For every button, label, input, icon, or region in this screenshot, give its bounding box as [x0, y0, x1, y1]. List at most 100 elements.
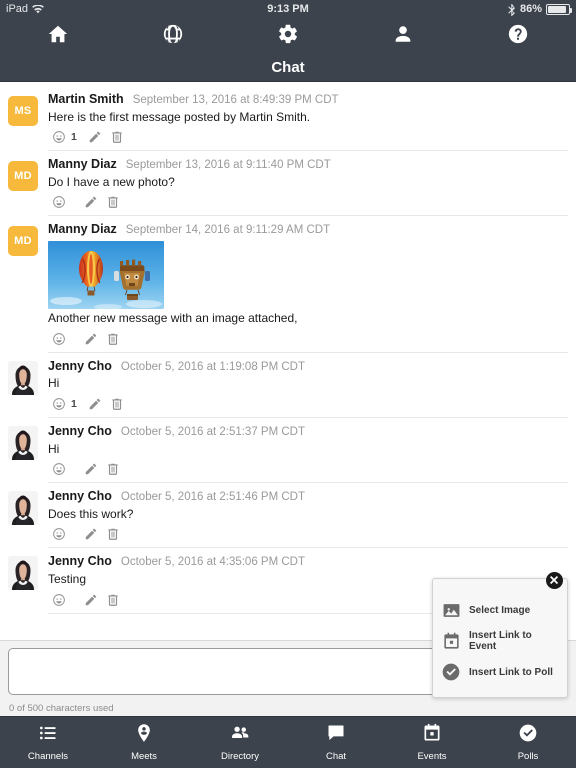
avatar[interactable] — [8, 491, 38, 526]
user-photo — [8, 556, 38, 591]
home-icon — [47, 23, 69, 50]
tab-events[interactable]: Events — [384, 717, 480, 768]
pencil-icon[interactable] — [80, 591, 102, 609]
tab-directory[interactable]: Directory — [192, 717, 288, 768]
message-header: Manny Diaz September 13, 2016 at 9:11:40 … — [48, 157, 568, 173]
trash-icon[interactable] — [106, 395, 128, 413]
list-icon — [38, 723, 58, 748]
message-author: Jenny Cho — [48, 358, 112, 373]
message-author: Martin Smith — [48, 92, 124, 106]
message-body: Manny Diaz September 13, 2016 at 9:11:40 … — [38, 157, 568, 217]
message-body: Jenny Cho October 5, 2016 at 2:51:37 PM C… — [38, 424, 568, 484]
smiley-face-icon[interactable] — [48, 128, 70, 146]
message-attached-image[interactable] — [48, 241, 164, 310]
message-header: Jenny Cho October 5, 2016 at 4:35:06 PM C… — [48, 554, 568, 570]
smiley-face-icon[interactable] — [48, 330, 70, 348]
tab-meets[interactable]: Meets — [96, 717, 192, 768]
message-timestamp: September 14, 2016 at 9:11:29 AM CDT — [125, 224, 331, 237]
avatar[interactable]: MD — [8, 226, 38, 257]
avatar[interactable] — [8, 556, 38, 591]
question-mark-icon — [507, 23, 529, 50]
popup-item-insert-link-to-poll[interactable]: Insert Link to Poll — [433, 657, 567, 687]
trash-icon[interactable] — [102, 591, 124, 609]
smiley-face-icon[interactable] — [48, 193, 70, 211]
smiley-face-icon[interactable] — [48, 525, 70, 543]
message-text: Does this work? — [48, 506, 134, 521]
trash-icon[interactable] — [102, 330, 124, 348]
message-author: Jenny Cho — [48, 489, 112, 504]
bluetooth-icon — [508, 3, 516, 16]
trash-icon[interactable] — [102, 525, 124, 543]
attachment-popup-menu[interactable]: Select Image Insert Link to Event Insert… — [432, 572, 568, 698]
tab-label: Events — [417, 751, 447, 762]
topnav-globe-button[interactable] — [115, 18, 230, 54]
message-action-bar — [48, 525, 568, 549]
topnav-settings-button[interactable] — [230, 18, 345, 54]
character-counter: 0 of 500 characters used — [9, 703, 114, 714]
tab-polls[interactable]: Polls — [480, 717, 576, 768]
pencil-icon[interactable] — [84, 128, 106, 146]
message-header: Manny Diaz September 14, 2016 at 9:11:29 … — [48, 222, 568, 238]
calendar-icon — [441, 631, 461, 651]
message-header: Jenny Cho October 5, 2016 at 2:51:37 PM C… — [48, 424, 568, 440]
trash-icon[interactable] — [102, 193, 124, 211]
tab-channels[interactable]: Channels — [0, 717, 96, 768]
message-list[interactable]: MS Martin Smith September 13, 2016 at 8:49… — [0, 82, 576, 640]
ios-status-bar: iPad 9:13 PM 86% — [0, 0, 576, 18]
person-icon — [392, 23, 414, 50]
message-timestamp: October 5, 2016 at 2:51:37 PM CDT — [120, 425, 306, 438]
battery-percent: 86% — [519, 3, 542, 15]
message-action-bar — [48, 460, 568, 484]
message-author: Manny Diaz — [48, 222, 117, 237]
top-navigation-bar — [0, 18, 576, 54]
message-header: Jenny Cho October 5, 2016 at 1:19:08 PM C… — [48, 359, 568, 375]
avatar[interactable]: MD — [8, 161, 38, 192]
pencil-icon[interactable] — [80, 330, 102, 348]
status-bar-time: 9:13 PM — [267, 3, 309, 15]
avatar-initials: MS — [14, 105, 32, 117]
smiley-face-icon[interactable] — [48, 591, 70, 609]
avatar[interactable] — [8, 425, 38, 460]
trash-icon[interactable] — [106, 128, 128, 146]
message-item: Jenny Cho October 5, 2016 at 1:19:08 PM C… — [0, 353, 576, 418]
message-author: Manny Diaz — [48, 157, 117, 172]
pencil-icon[interactable] — [80, 460, 102, 478]
popup-close-button[interactable] — [546, 572, 563, 589]
message-author: Jenny Cho — [48, 423, 112, 438]
tab-label: Chat — [325, 751, 347, 762]
wifi-icon — [32, 4, 44, 15]
message-action-bar: 1 — [48, 396, 568, 418]
tab-chat[interactable]: Chat — [288, 717, 384, 768]
message-text: Hi — [48, 441, 60, 456]
trash-icon[interactable] — [102, 460, 124, 478]
pencil-icon[interactable] — [84, 395, 106, 413]
message-text: Do I have a new photo? — [48, 174, 175, 189]
status-bar-left: iPad — [6, 3, 44, 15]
app-root: iPad 9:13 PM 86% Chat MS Martin Smith Se… — [0, 0, 576, 768]
smiley-face-icon[interactable] — [48, 460, 70, 478]
page-title: Chat — [0, 54, 576, 82]
gear-icon — [277, 23, 299, 50]
message-body: Jenny Cho October 5, 2016 at 1:19:08 PM C… — [38, 359, 568, 418]
message-timestamp: September 13, 2016 at 8:49:39 PM CDT — [132, 94, 339, 106]
message-item: MD Manny Diaz September 14, 2016 at 9:11:2… — [0, 216, 576, 353]
pencil-icon[interactable] — [80, 193, 102, 211]
status-bar-right: 86% — [508, 3, 572, 16]
smiley-face-icon[interactable] — [48, 395, 70, 413]
topnav-home-button[interactable] — [0, 18, 115, 54]
message-action-bar: 1 — [48, 128, 568, 152]
message-header: Jenny Cho October 5, 2016 at 2:51:46 PM C… — [48, 489, 568, 505]
avatar[interactable]: MS — [8, 96, 38, 126]
avatar-initials: MD — [14, 170, 32, 183]
popup-item-select-image[interactable]: Select Image — [433, 595, 567, 625]
pencil-icon[interactable] — [80, 525, 102, 543]
popup-item-label: Insert Link to Event — [469, 630, 532, 652]
people-icon — [230, 723, 250, 748]
avatar[interactable] — [8, 360, 38, 395]
popup-item-insert-link-to-event[interactable]: Insert Link to Event — [433, 625, 567, 657]
popup-item-label: Select Image — [469, 604, 531, 616]
topnav-profile-button[interactable] — [346, 18, 461, 54]
topnav-help-button[interactable] — [461, 18, 576, 54]
chat-bubble-icon — [326, 723, 346, 748]
avatar-initials: MD — [14, 235, 32, 248]
